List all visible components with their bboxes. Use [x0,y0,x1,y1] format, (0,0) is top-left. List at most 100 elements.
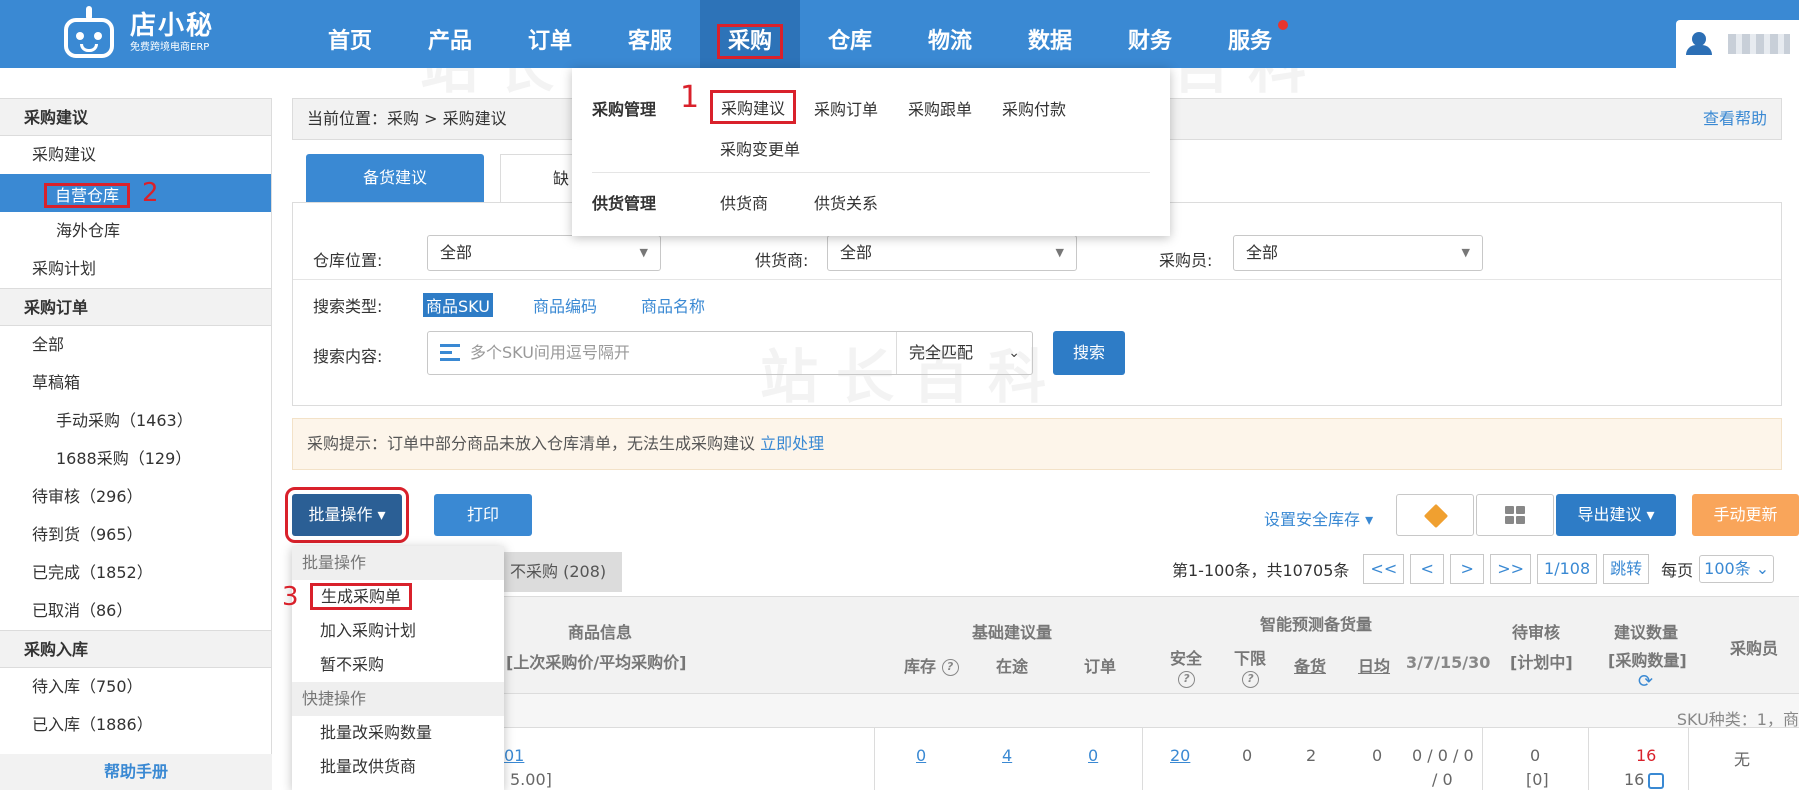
page-number-input[interactable]: 1/108 [1537,554,1598,584]
nav-warehouse[interactable]: 仓库 [800,0,900,68]
dropdown-link-purchase-tracking[interactable]: 采购跟单 [908,96,972,120]
last-page-button[interactable]: >> [1490,554,1532,584]
row-suggest-qty[interactable]: 16 [1624,770,1665,789]
step-3-marker: 3 [282,582,299,612]
step-1-marker: 1 [680,80,700,115]
sidebar-item-to-inbound[interactable]: 待入库（750） [0,668,271,706]
chevron-down-icon: ⌄ [1008,345,1020,361]
search-button[interactable]: 搜索 [1053,331,1125,375]
sidebar-item-completed[interactable]: 已完成（1852） [0,554,271,592]
manual-update-button[interactable]: 手动更新 [1692,494,1799,536]
row-order[interactable]: 0 [1088,746,1098,765]
set-safe-stock-link[interactable]: 设置安全库存 ▾ [1264,506,1373,530]
menu-item-generate-po[interactable]: 3 生成采购单 [282,580,504,614]
nav-orders[interactable]: 订单 [500,0,600,68]
row-safe[interactable]: 20 [1170,746,1190,765]
print-button[interactable]: 打印 [434,494,532,536]
nav-products[interactable]: 产品 [400,0,500,68]
sidebar-item-overseas-warehouse[interactable]: 海外仓库 [0,212,271,250]
nav-purchase[interactable]: 采购 [700,0,800,68]
col-safe[interactable]: 安全? [1170,645,1202,688]
nav-finance[interactable]: 财务 [1100,0,1200,68]
row-sku-link[interactable]: 01 [504,746,524,765]
col-product-sub: [上次采购价/平均采购价] [506,653,687,672]
sidebar-item-inbounded[interactable]: 已入库（1886） [0,706,271,744]
search-type-name[interactable]: 商品名称 [641,293,705,317]
sidebar-item-manual-purchase[interactable]: 手动采购（1463） [0,402,271,440]
nav-customer-service[interactable]: 客服 [600,0,700,68]
dropdown-link-purchase-payment[interactable]: 采购付款 [1002,96,1066,120]
refresh-icon[interactable]: ⟳ [1638,671,1653,692]
help-manual-link[interactable]: 帮助手册 [0,754,272,790]
sidebar-item-purchase-plan[interactable]: 采购计划 [0,250,271,288]
prev-page-button[interactable]: < [1410,554,1445,584]
sidebar-item-cancelled[interactable]: 已取消（86） [0,592,271,630]
menu-item-add-to-plan[interactable]: 加入采购计划 [292,614,504,648]
row-daily: 0 [1372,746,1383,765]
per-page-select[interactable]: 100条 ⌄ [1699,555,1775,583]
sidebar-item-awaiting-arrival[interactable]: 待到货（965） [0,516,271,554]
nav-home[interactable]: 首页 [300,0,400,68]
batch-operation-button[interactable]: 批量操作 ▾ [285,487,409,543]
sidebar-item-purchase-suggestion[interactable]: 采购建议 [0,136,271,174]
nav-service[interactable]: 服务 [1200,0,1300,68]
search-input[interactable]: 多个SKU间用逗号隔开 完全匹配 ⌄ [427,331,1033,375]
dropdown-link-purchase-suggestion[interactable]: 采购建议 [710,90,797,124]
warehouse-select[interactable]: 全部 ▼ [427,235,661,271]
row-in-transit[interactable]: 4 [1002,746,1012,765]
view-help-link[interactable]: 查看帮助 [1703,99,1767,139]
supplier-select[interactable]: 全部 ▼ [827,235,1077,271]
col-product: 商品信息 [568,623,633,642]
buyer-select[interactable]: 全部 ▼ [1233,235,1483,271]
list-icon [440,344,460,362]
search-type-sku[interactable]: 商品SKU [423,293,493,317]
dropdown-link-supplier[interactable]: 供货商 [720,190,768,214]
sidebar: 采购建议 采购建议 自营仓库 2 海外仓库 采购计划 采购订单 全部 草稿箱 手动… [0,98,272,790]
export-suggestion-button[interactable]: 导出建议 ▾ [1556,494,1676,536]
tab-stock-suggestion[interactable]: 备货建议 [306,154,484,202]
col-smart-forecast: 智能预测备货量 [1260,615,1373,634]
sidebar-item-all[interactable]: 全部 [0,326,271,364]
nav-logistics[interactable]: 物流 [900,0,1000,68]
cube-view-button[interactable] [1396,494,1474,536]
menu-item-batch-edit-supplier[interactable]: 批量改供货商 [292,750,504,784]
row-pending-sub: [0] [1526,770,1549,789]
sidebar-item-own-warehouse[interactable]: 自营仓库 2 [0,174,271,212]
menu-item-skip-purchase[interactable]: 暂不采购 [292,648,504,682]
robot-logo-icon [60,6,118,60]
match-mode-select[interactable]: 完全匹配 ⌄ [896,332,1032,374]
col-lower[interactable]: 下限? [1234,645,1266,688]
handle-now-link[interactable]: 立即处理 [760,434,824,453]
brand-tagline: 免费跨境电商ERP [130,42,210,53]
jump-button[interactable]: 跳转 [1603,554,1650,584]
top-nav-bar: 店小秘 免费跨境电商ERP 首页 产品 订单 客服 采购 仓库 物流 数据 财务… [0,0,1799,68]
help-icon: ? [1242,671,1259,688]
dropdown-link-purchase-order[interactable]: 采购订单 [814,96,878,120]
per-page-label: 每页 [1661,561,1694,580]
edit-icon[interactable] [1648,772,1665,789]
grid-view-button[interactable] [1476,494,1554,536]
nav-data[interactable]: 数据 [1000,0,1100,68]
menu-item-batch-edit-qty[interactable]: 批量改采购数量 [292,716,504,750]
first-page-button[interactable]: << [1363,554,1405,584]
help-icon: ? [1178,671,1195,688]
sidebar-group-purchase-orders[interactable]: 采购订单 [0,288,271,326]
sidebar-item-pending-review[interactable]: 待审核（296） [0,478,271,516]
col-order[interactable]: 订单 [1084,653,1116,677]
search-type-code[interactable]: 商品编码 [533,293,597,317]
sidebar-item-1688-purchase[interactable]: 1688采购（129） [0,440,271,478]
dropdown-link-purchase-change[interactable]: 采购变更单 [720,136,800,160]
col-stock[interactable]: 库存 ? [904,653,959,677]
row-stock[interactable]: 0 [916,746,926,765]
dropdown-link-supply-relation[interactable]: 供货关系 [814,190,878,214]
logo[interactable]: 店小秘 免费跨境电商ERP [60,6,214,60]
tab-not-purchase[interactable]: 不采购 (208) [486,552,622,592]
next-page-button[interactable]: > [1450,554,1485,584]
sidebar-item-drafts[interactable]: 草稿箱 [0,364,271,402]
sidebar-group-purchase-suggestion[interactable]: 采购建议 [0,98,271,136]
user-menu[interactable] [1676,20,1799,68]
col-prep[interactable]: 备货 [1294,653,1326,677]
sidebar-group-purchase-inbound[interactable]: 采购入库 [0,630,271,668]
col-daily[interactable]: 日均 [1358,653,1390,677]
col-in-transit[interactable]: 在途 [996,653,1028,677]
